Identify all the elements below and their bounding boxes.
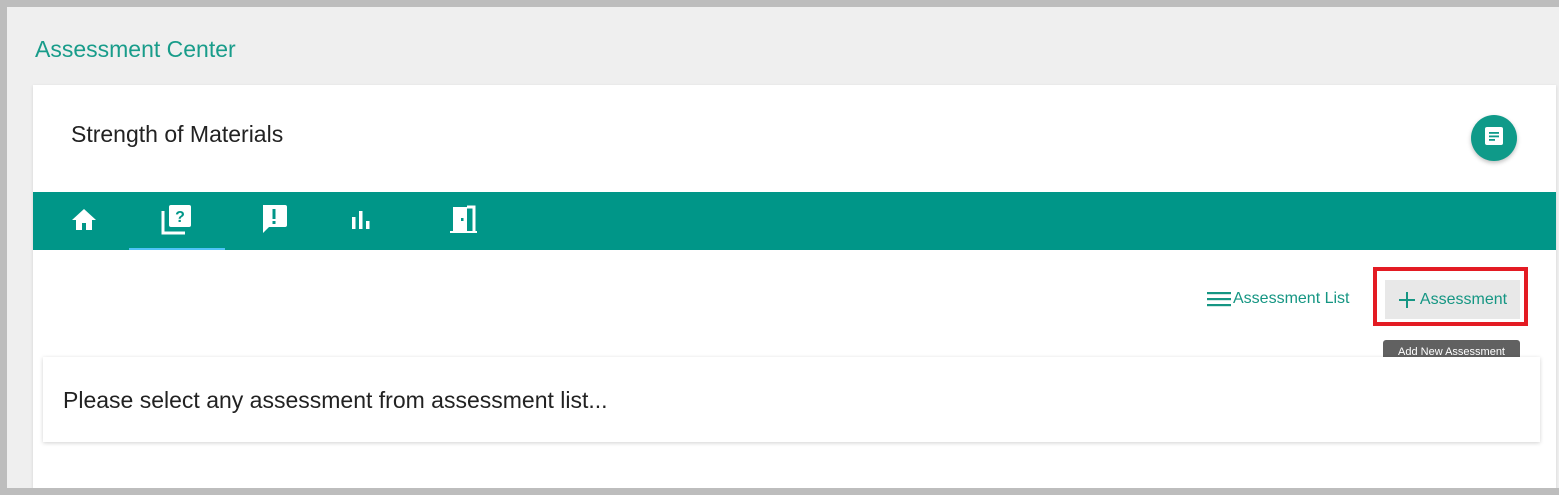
app-frame: Assessment Center Strength of Materials (7, 7, 1559, 488)
message-card: Please select any assessment from assess… (43, 357, 1540, 442)
tab-exit[interactable] (438, 192, 488, 250)
plus-icon (1398, 291, 1416, 309)
tab-assessments[interactable]: ? (129, 192, 225, 250)
tab-bar: ? (33, 192, 1556, 250)
feedback-icon (260, 204, 288, 239)
add-assessment-button[interactable]: Assessment (1385, 280, 1520, 319)
empty-state-message: Please select any assessment from assess… (63, 387, 608, 413)
svg-text:?: ? (175, 209, 185, 226)
tab-home[interactable] (59, 192, 109, 250)
bar-chart-icon (350, 209, 372, 234)
add-assessment-label: Assessment (1419, 290, 1508, 308)
home-icon (71, 207, 97, 236)
exit-door-icon (449, 204, 477, 239)
page-title: Assessment Center (35, 36, 236, 62)
tab-feedback[interactable] (249, 192, 299, 250)
question-library-icon: ? (161, 203, 193, 240)
assessment-list-link[interactable]: Assessment List (1207, 285, 1349, 313)
course-menu-button[interactable] (1471, 115, 1517, 161)
notes-icon (1485, 126, 1503, 150)
list-icon (1207, 290, 1231, 308)
course-card: Strength of Materials ? Assessment List … (33, 85, 1556, 488)
course-title: Strength of Materials (71, 121, 284, 147)
assessment-list-label: Assessment List (1233, 290, 1350, 307)
tab-reports[interactable] (341, 192, 381, 250)
